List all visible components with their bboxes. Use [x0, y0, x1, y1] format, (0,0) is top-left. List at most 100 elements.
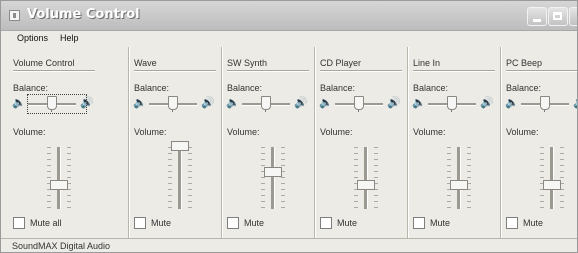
balance-label: Balance: — [320, 83, 356, 93]
mute-label: Mute — [151, 218, 172, 228]
mute-label: Mute — [430, 218, 451, 228]
speaker-right-icon: 🔊 — [480, 96, 494, 109]
mute-label: Mute — [337, 218, 358, 228]
panel-title: Line In — [413, 58, 441, 68]
balance-thumb[interactable] — [168, 96, 178, 110]
minimize-button[interactable] — [527, 7, 547, 26]
balance-thumb[interactable] — [261, 96, 271, 110]
mute-label: Mute all — [30, 218, 62, 228]
panel-line-in: Line In Balance: 🔈 🔊 Volume: Mute — [410, 47, 502, 238]
divider — [413, 70, 495, 72]
volume-ticks — [168, 147, 172, 209]
panel-sw-synth: SW Synth Balance: 🔈 🔊 Volume: Mute — [224, 47, 316, 238]
volume-label: Volume: — [227, 127, 260, 137]
balance-thumb[interactable] — [540, 96, 550, 110]
volume-thumb[interactable] — [264, 167, 282, 177]
balance-slider[interactable]: 🔈 🔊 — [12, 94, 96, 114]
checkbox[interactable] — [13, 217, 25, 229]
volume-control-window: Volume Control Options Help Volume Contr… — [0, 0, 578, 253]
volume-ticks — [447, 147, 451, 209]
panel-title: Volume Control — [13, 58, 75, 68]
balance-slider[interactable]: 🔈 🔊 — [226, 96, 310, 112]
volume-label: Volume: — [13, 127, 46, 137]
speaker-left-icon: 🔈 — [412, 96, 426, 109]
speaker-left-icon: 🔈 — [133, 96, 147, 109]
checkbox[interactable] — [320, 217, 332, 229]
panel-wave: Wave Balance: 🔈 🔊 Volume: Mute — [131, 47, 223, 238]
speaker-left-icon: 🔈 — [319, 96, 333, 109]
volume-track[interactable] — [457, 147, 461, 209]
volume-thumb[interactable] — [171, 141, 189, 151]
balance-slider[interactable]: 🔈 🔊 — [412, 96, 496, 112]
volume-label: Volume: — [134, 127, 167, 137]
speaker-right-icon: 🔊 — [294, 96, 308, 109]
speaker-left-icon: 🔈 — [226, 96, 240, 109]
window-title: Volume Control — [27, 7, 140, 22]
mute-label: Mute — [244, 218, 265, 228]
panel-volume-control: Volume Control Balance: 🔈 🔊 Volume: Mute… — [10, 47, 130, 238]
volume-track[interactable] — [364, 147, 368, 209]
speaker-right-icon: 🔊 — [387, 96, 401, 109]
speaker-app-icon — [9, 10, 20, 21]
balance-slider[interactable]: 🔈 🔊 — [133, 96, 217, 112]
divider — [506, 70, 577, 72]
panel-title: CD Player — [320, 58, 362, 68]
volume-ticks — [354, 147, 358, 209]
divider — [134, 70, 216, 72]
volume-ticks — [374, 147, 378, 209]
checkbox[interactable] — [413, 217, 425, 229]
balance-label: Balance: — [227, 83, 263, 93]
panel-title: Wave — [134, 58, 157, 68]
mute-label: Mute — [523, 218, 544, 228]
menu-help[interactable]: Help — [60, 33, 79, 43]
menu-bar: Options Help — [1, 31, 577, 47]
volume-track[interactable] — [271, 147, 275, 209]
speaker-right-icon: 🔊 — [573, 97, 577, 109]
speaker-left-icon: 🔈 — [505, 96, 519, 109]
status-bar: SoundMAX Digital Audio — [1, 238, 577, 252]
balance-label: Balance: — [413, 83, 449, 93]
volume-ticks — [188, 147, 192, 209]
close-button[interactable] — [569, 7, 577, 26]
title-bar[interactable]: Volume Control — [1, 1, 577, 31]
divider — [227, 70, 309, 72]
panel-pc-beep: PC Beep Balance: 🔈 🔊 Volume: Mute — [503, 47, 577, 238]
panel-cd-player: CD Player Balance: 🔈 🔊 Volume: Mute — [317, 47, 409, 238]
checkbox[interactable] — [227, 217, 239, 229]
balance-thumb[interactable] — [447, 96, 457, 110]
checkbox[interactable] — [506, 217, 518, 229]
volume-thumb[interactable] — [357, 180, 375, 190]
volume-thumb[interactable] — [450, 180, 468, 190]
volume-ticks — [67, 147, 71, 209]
speaker-left-icon: 🔈 — [12, 96, 26, 109]
volume-ticks — [560, 147, 564, 209]
balance-thumb[interactable] — [354, 96, 364, 110]
volume-thumb[interactable] — [543, 180, 561, 190]
volume-ticks — [47, 147, 51, 209]
volume-thumb[interactable] — [50, 180, 68, 190]
divider — [320, 70, 402, 72]
volume-ticks — [467, 147, 471, 209]
volume-ticks — [281, 147, 285, 209]
balance-label: Balance: — [134, 83, 170, 93]
menu-options[interactable]: Options — [17, 33, 48, 43]
focus-rectangle — [27, 94, 87, 114]
volume-label: Volume: — [413, 127, 446, 137]
maximize-button[interactable] — [548, 7, 568, 26]
balance-label: Balance: — [506, 83, 542, 93]
volume-label: Volume: — [506, 127, 539, 137]
volume-ticks — [540, 147, 544, 209]
panel-title: SW Synth — [227, 58, 268, 68]
checkbox[interactable] — [134, 217, 146, 229]
volume-track[interactable] — [57, 147, 61, 209]
panel-title: PC Beep — [506, 58, 543, 68]
divider — [13, 70, 95, 72]
balance-slider[interactable]: 🔈 🔊 — [319, 96, 403, 112]
speaker-right-icon: 🔊 — [201, 96, 215, 109]
mixer-panels: Volume Control Balance: 🔈 🔊 Volume: Mute… — [10, 47, 577, 238]
volume-track[interactable] — [178, 147, 182, 209]
balance-slider[interactable]: 🔈 🔊 — [505, 96, 577, 112]
volume-label: Volume: — [320, 127, 353, 137]
volume-track[interactable] — [550, 147, 554, 209]
balance-label: Balance: — [13, 83, 49, 93]
